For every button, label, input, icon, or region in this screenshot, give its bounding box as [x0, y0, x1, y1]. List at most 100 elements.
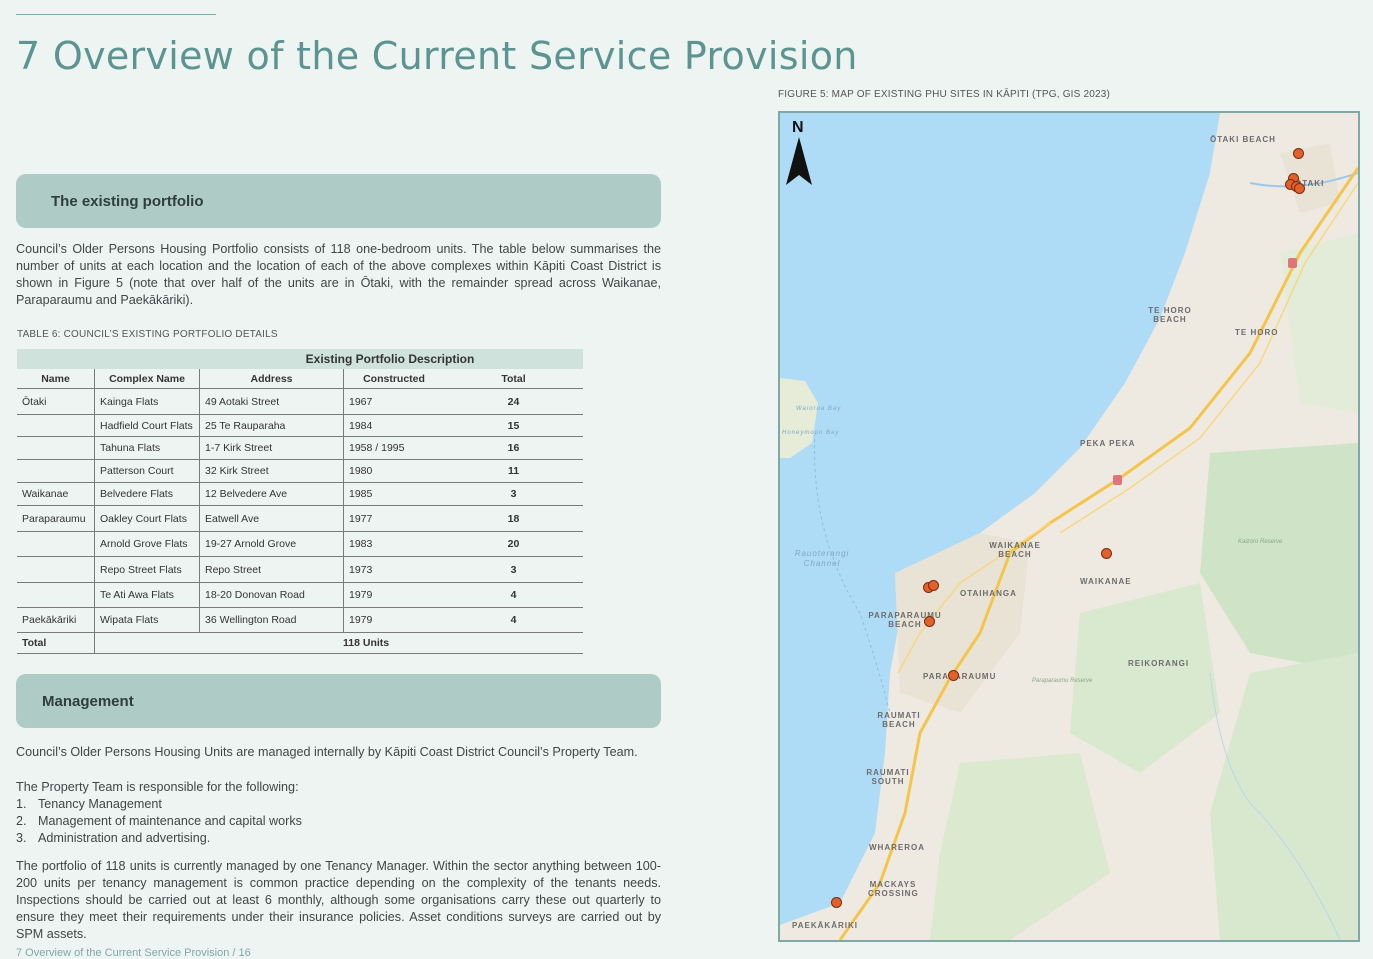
green-label: Paraparaumu Reserve: [1032, 678, 1093, 684]
place-label: MACKAYS CROSSING: [868, 880, 919, 898]
cell-address: 18-20 Donovan Road: [199, 582, 344, 608]
table-row: Te Ati Awa Flats 18-20 Donovan Road 1979…: [17, 582, 583, 608]
table-row: Paekākāriki Wipata Flats 36 Wellington R…: [17, 607, 583, 633]
cell-name: [17, 459, 95, 483]
column-header: Complex Name: [94, 369, 200, 389]
table-caption: TABLE 6: COUNCIL’S EXISTING PORTFOLIO DE…: [17, 329, 278, 340]
phu-site-marker: [928, 580, 939, 591]
cell-name: Ōtaki: [17, 388, 95, 415]
place-label: OTAIHANGA: [960, 589, 1017, 598]
cell-constructed: 1979: [343, 607, 444, 633]
list-item: 2. Management of maintenance and capital …: [16, 814, 302, 828]
cell-complex: Repo Street Flats: [94, 556, 200, 583]
cell-total: 3: [444, 482, 583, 506]
table-row: Arnold Grove Flats 19-27 Arnold Grove 19…: [17, 531, 583, 557]
cell-name: Paraparaumu: [17, 505, 95, 532]
cell-address: Eatwell Ave: [199, 505, 344, 532]
cell-address: 32 Kirk Street: [199, 459, 344, 483]
channel-line: [814, 432, 891, 714]
north-arrow-icon: N: [786, 119, 816, 189]
cell-name: Paekākāriki: [17, 607, 95, 633]
management-paragraph: Council’s Older Persons Housing Units ar…: [16, 745, 638, 759]
cell-total: 15: [444, 414, 583, 437]
place-label: PARAPARAUMU: [923, 672, 997, 681]
column-header: Name: [17, 369, 95, 389]
top-rule: [16, 14, 216, 15]
highway-shield-icon: [1113, 475, 1122, 485]
cell-address: 12 Belvedere Ave: [199, 482, 344, 506]
table-row: Patterson Court 32 Kirk Street 1980 11: [17, 459, 583, 483]
cell-constructed: 1977: [343, 505, 444, 532]
intro-paragraph: Council’s Older Persons Housing Portfoli…: [16, 242, 661, 307]
cell-name: [17, 414, 95, 437]
cell-complex: Arnold Grove Flats: [94, 531, 200, 557]
table-group-header: Existing Portfolio Description: [17, 349, 583, 369]
page-title: 7 Overview of the Current Service Provis…: [16, 34, 858, 78]
responsibilities-list: The Property Team is responsible for the…: [16, 779, 661, 847]
cell-total: 20: [444, 531, 583, 557]
place-label: WHAREROA: [869, 843, 925, 852]
cell-name: [17, 531, 95, 557]
table-total-row: Total 118 Units: [17, 632, 583, 654]
section-title: The existing portfolio: [51, 192, 204, 210]
cell-total: 16: [444, 436, 583, 460]
place-label: ŌTAKI BEACH: [1210, 135, 1276, 144]
place-label: WAIKANAE BEACH: [989, 541, 1041, 559]
cell-complex: Tahuna Flats: [94, 436, 200, 460]
cell-complex: Hadfield Court Flats: [94, 414, 200, 437]
water-label: Waiorua Bay: [796, 406, 842, 412]
kapiti-map: N ŌTAKI BEACH ŌTAKI TE HORO BEACH TE HOR…: [778, 111, 1360, 942]
place-label: RAUMATI BEACH: [877, 711, 921, 729]
place-label: TE HORO BEACH: [1148, 306, 1192, 324]
list-item: 3. Administration and advertising.: [16, 831, 211, 845]
highway-shield-icon: [1288, 258, 1297, 268]
cell-name: [17, 582, 95, 608]
cell-total: 4: [444, 582, 583, 608]
list-item: 1. Tenancy Management: [16, 797, 162, 811]
water-label: Honeymoon Bay: [782, 430, 840, 436]
section-title: Management: [42, 692, 134, 710]
cell-address: 1-7 Kirk Street: [199, 436, 344, 460]
cell-name: [17, 436, 95, 460]
cell-total: 4: [444, 607, 583, 633]
cell-address: 25 Te Rauparaha: [199, 414, 344, 437]
table-row: Paraparaumu Oakley Court Flats Eatwell A…: [17, 505, 583, 532]
phu-site-marker: [1293, 148, 1304, 159]
cell-address: Repo Street: [199, 556, 344, 583]
cell-constructed: 1979: [343, 582, 444, 608]
cell-constructed: 1983: [343, 531, 444, 557]
section-banner-management: Management: [16, 674, 661, 728]
table-row: Repo Street Flats Repo Street 1973 3: [17, 556, 583, 583]
island-area: [780, 378, 818, 458]
column-header: Address: [199, 369, 344, 389]
figure-caption: FIGURE 5: MAP OF EXISTING PHU SITES IN K…: [778, 89, 1111, 100]
cell-constructed: 1967: [343, 388, 444, 415]
phu-site-marker: [1294, 183, 1305, 194]
place-label: REIKORANGI: [1128, 659, 1190, 668]
cell-constructed: 1980: [343, 459, 444, 483]
phu-site-marker: [831, 897, 842, 908]
total-value: 118 Units: [94, 632, 583, 654]
closing-paragraph: The portfolio of 118 units is currently …: [16, 859, 661, 941]
place-label: PAEKĀKĀRIKI: [792, 921, 858, 930]
cell-complex: Wipata Flats: [94, 607, 200, 633]
cell-address: 36 Wellington Road: [199, 607, 344, 633]
list-intro: The Property Team is responsible for the…: [16, 780, 299, 794]
place-label: PEKA PEKA: [1080, 439, 1136, 448]
table-row: Waikanae Belvedere Flats 12 Belvedere Av…: [17, 482, 583, 506]
cell-complex: Te Ati Awa Flats: [94, 582, 200, 608]
cell-constructed: 1973: [343, 556, 444, 583]
cell-constructed: 1958 / 1995: [343, 436, 444, 460]
page-footer: 7 Overview of the Current Service Provis…: [16, 947, 251, 959]
cell-total: 11: [444, 459, 583, 483]
column-header: Constructed: [343, 369, 444, 389]
cell-constructed: 1984: [343, 414, 444, 437]
table-row: Hadfield Court Flats 25 Te Rauparaha 198…: [17, 414, 583, 437]
cell-address: 49 Aotaki Street: [199, 388, 344, 415]
column-header: Total: [444, 369, 583, 389]
water-label: Rauoterangi Channel: [794, 549, 850, 568]
portfolio-table: Existing Portfolio Description Name Comp…: [17, 349, 583, 654]
cell-name: Waikanae: [17, 482, 95, 506]
place-label: TE HORO: [1235, 328, 1279, 337]
place-label: RAUMATI SOUTH: [866, 768, 910, 786]
